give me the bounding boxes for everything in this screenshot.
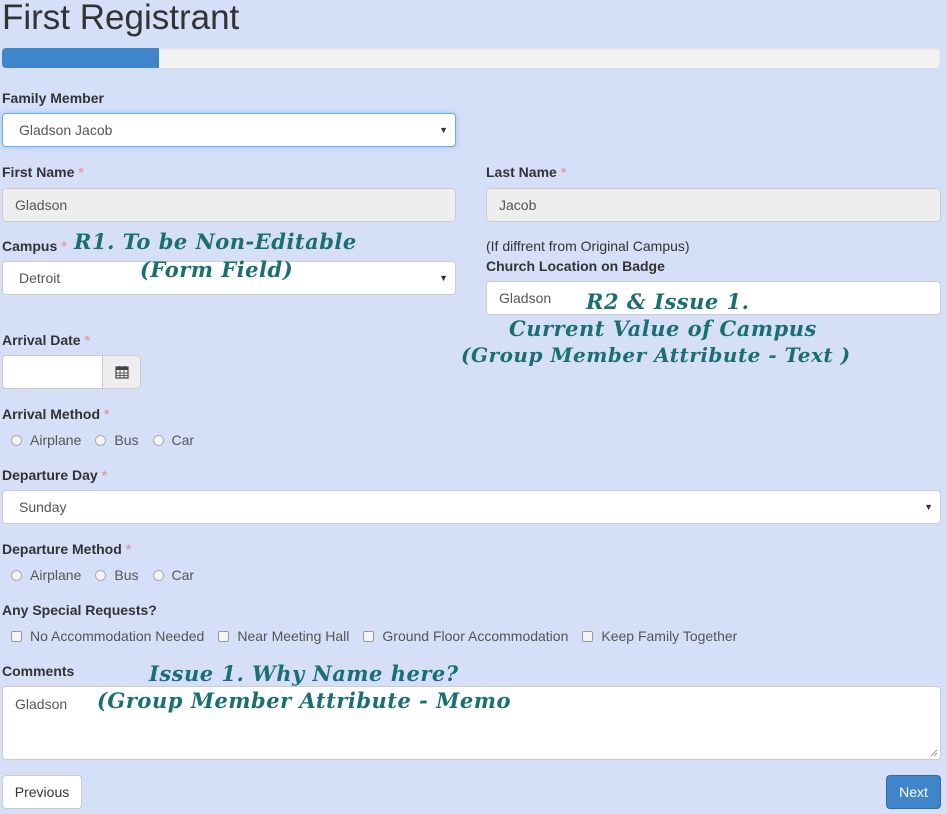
annotation-issue1-line1: Issue 1. Why Name here? [149,661,459,686]
annotation-r2-line2: Current Value of Campus [509,316,817,341]
radio-button[interactable] [95,569,107,581]
previous-button[interactable]: Previous [2,775,82,809]
required-marker: * [104,406,110,422]
last-name-field[interactable]: Jacob [486,188,941,222]
option-label: Airplane [30,432,82,448]
radio-button[interactable] [152,569,164,581]
option-label: No Accommodation Needed [30,628,205,644]
required-marker: * [78,164,84,180]
arrival-method-bus[interactable]: Bus [95,432,139,448]
chevron-down-icon: ▼ [439,273,448,283]
chevron-down-icon: ▼ [439,125,448,135]
required-marker: * [84,332,91,348]
option-label: Airplane [30,567,82,583]
church-location-value: Gladson [499,290,552,306]
last-name-label: Last Name * [486,164,567,180]
checkbox[interactable] [11,630,22,642]
departure-method-car[interactable]: Car [152,567,195,583]
checkbox[interactable] [363,630,375,642]
radio-button[interactable] [95,434,107,446]
option-label: Keep Family Together [601,628,738,644]
departure-method-bus[interactable]: Bus [95,567,139,583]
arrival-date-label: Arrival Date * [2,332,91,348]
option-label: Car [171,567,195,583]
campus-label: Campus * [2,238,67,254]
annotation-issue1-line2: (Group Member Attribute - Memo [97,688,511,713]
radio-button[interactable] [11,434,22,446]
comments-value: Gladson [15,696,68,712]
request-keep-family-together[interactable]: Keep Family Together [582,628,737,644]
checkbox[interactable] [582,630,594,642]
annotation-r1-line2: (Form Field) [140,257,294,282]
radio-button[interactable] [152,434,164,446]
arrival-date-input[interactable] [2,355,104,389]
arrival-method-label: Arrival Method * [2,406,110,422]
resize-handle-icon[interactable] [930,749,938,757]
option-label: Bus [114,567,139,583]
first-name-field[interactable]: Gladson [2,188,456,222]
required-marker: * [125,541,132,557]
special-requests-label: Any Special Requests? [2,602,157,618]
required-marker: * [101,467,108,483]
option-label: Near Meeting Hall [237,628,350,644]
campus-value: Detroit [19,270,61,286]
church-location-hint: (If diffrent from Original Campus) [486,238,690,254]
progress-fill [2,48,159,68]
required-marker: * [61,238,67,254]
next-button[interactable]: Next [886,775,941,809]
option-label: Ground Floor Accommodation [382,628,569,644]
arrival-method-car[interactable]: Car [152,432,195,448]
annotation-r2-line1: R2 & Issue 1. [586,289,750,314]
departure-method-label: Departure Method * [2,541,132,557]
last-name-value: Jacob [499,197,537,213]
option-label: Bus [114,432,139,448]
departure-day-label: Departure Day * [2,467,108,483]
request-no-accommodation[interactable]: No Accommodation Needed [11,628,204,644]
required-marker: * [560,164,567,180]
comments-label: Comments [2,663,75,679]
annotation-r2-line3: (Group Member Attribute - Text ) [461,343,851,367]
arrival-method-options: Airplane Bus Car [11,432,208,448]
request-ground-floor[interactable]: Ground Floor Accommodation [363,628,568,644]
departure-day-value: Sunday [19,499,67,515]
first-name-value: Gladson [15,197,68,213]
request-near-meeting-hall[interactable]: Near Meeting Hall [218,628,349,644]
radio-button[interactable] [11,569,22,581]
option-label: Car [171,432,195,448]
departure-method-options: Airplane Bus Car [11,567,208,583]
annotation-r1-line1: R1. To be Non-Editable [74,229,357,254]
special-requests-options: No Accommodation Needed Near Meeting Hal… [11,628,751,644]
family-member-value: Gladson Jacob [19,122,113,138]
chevron-down-icon: ▼ [924,502,933,512]
first-name-label: First Name * [2,164,84,180]
page-title: First Registrant [2,0,240,37]
calendar-icon [115,366,129,379]
checkbox[interactable] [218,630,230,642]
church-location-label: Church Location on Badge [486,258,665,274]
calendar-button[interactable] [102,355,141,389]
family-member-select[interactable]: Gladson Jacob ▼ [2,113,456,147]
arrival-method-airplane[interactable]: Airplane [11,432,81,448]
family-member-label: Family Member [2,90,104,106]
progress-bar [2,48,940,68]
departure-method-airplane[interactable]: Airplane [11,567,81,583]
departure-day-select[interactable]: Sunday ▼ [2,490,941,524]
